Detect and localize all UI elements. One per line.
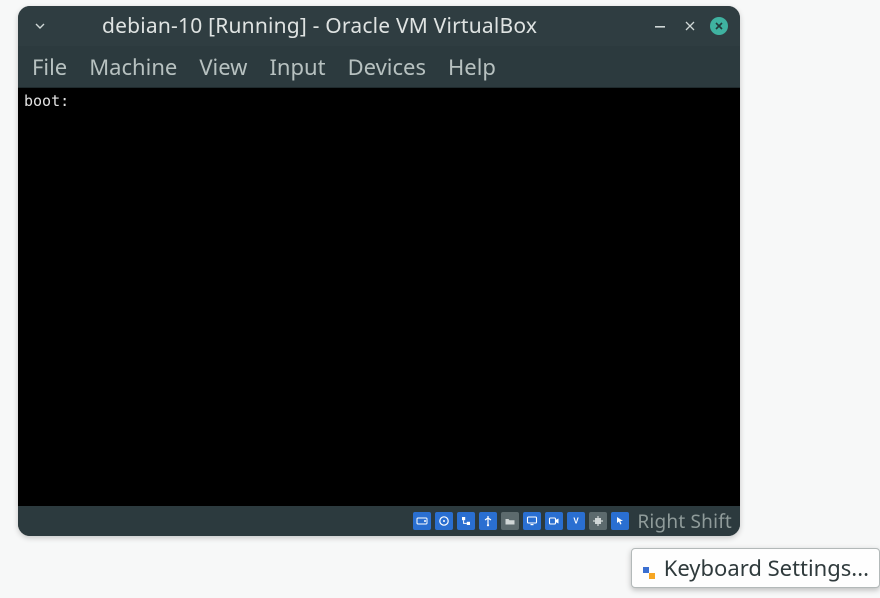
vm-window: debian-10 [Running] - Oracle VM VirtualB… <box>18 6 740 536</box>
dropdown-icon[interactable] <box>28 14 52 38</box>
keyboard-icon <box>640 559 658 577</box>
video-capture-icon[interactable]: V <box>567 512 585 530</box>
menu-help[interactable]: Help <box>448 52 496 82</box>
shared-folders-icon[interactable] <box>501 512 519 530</box>
hard-disk-icon[interactable] <box>413 512 431 530</box>
host-key-indicator[interactable]: Right Shift <box>637 508 732 534</box>
titlebar[interactable]: debian-10 [Running] - Oracle VM VirtualB… <box>18 6 740 46</box>
maximize-button[interactable] <box>680 16 700 36</box>
usb-icon[interactable] <box>479 512 497 530</box>
menu-view[interactable]: View <box>199 52 247 82</box>
cpu-icon[interactable] <box>589 512 607 530</box>
minimize-button[interactable] <box>650 16 670 36</box>
menu-input[interactable]: Input <box>269 52 325 82</box>
network-icon[interactable] <box>457 512 475 530</box>
menu-machine[interactable]: Machine <box>89 52 177 82</box>
tooltip-label: Keyboard Settings... <box>664 553 869 583</box>
keyboard-settings-tooltip[interactable]: Keyboard Settings... <box>631 548 880 588</box>
statusbar: V Right Shift <box>18 506 740 536</box>
guest-display[interactable]: boot: <box>18 88 740 506</box>
window-title: debian-10 [Running] - Oracle VM VirtualB… <box>102 12 537 40</box>
status-icons: V <box>413 512 629 530</box>
menu-file[interactable]: File <box>32 52 67 82</box>
console-prompt: boot: <box>24 92 734 110</box>
menu-devices[interactable]: Devices <box>348 52 426 82</box>
recording-icon[interactable] <box>545 512 563 530</box>
window-controls <box>650 16 734 36</box>
menubar: File Machine View Input Devices Help <box>18 46 740 88</box>
svg-text:V: V <box>574 517 580 526</box>
close-button[interactable] <box>710 17 728 35</box>
mouse-integration-icon[interactable] <box>611 512 629 530</box>
display-icon[interactable] <box>523 512 541 530</box>
optical-disc-icon[interactable] <box>435 512 453 530</box>
